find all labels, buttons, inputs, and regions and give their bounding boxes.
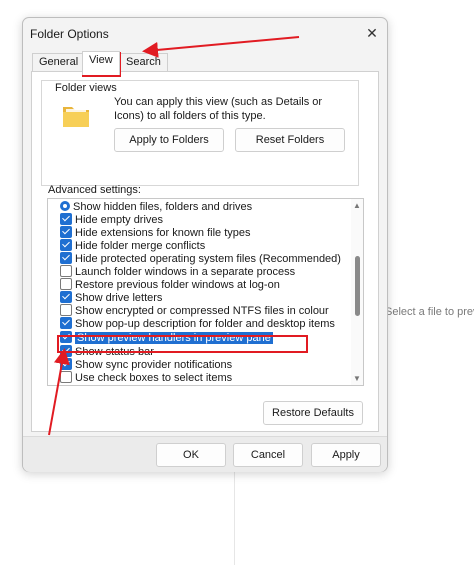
close-icon[interactable]: ✕ [363,24,381,42]
advanced-settings-label: Advanced settings: [48,184,141,196]
setting-label: Restore previous folder windows at log-o… [75,279,280,291]
setting-hide-merge-conflicts[interactable]: Hide folder merge conflicts [60,239,206,253]
tab-view[interactable]: View [82,51,120,75]
setting-label: Show hidden files, folders and drives [73,201,253,213]
setting-label: Hide folder merge conflicts [75,240,206,252]
apply-to-folders-button[interactable]: Apply to Folders [114,128,224,152]
checkbox-checked-icon[interactable] [60,252,72,265]
checkbox-checked-icon[interactable] [60,317,72,330]
dialog-title: Folder Options [30,27,109,41]
folder-icon [63,107,89,127]
preview-pane-message: Select a file to prev [385,306,474,318]
cancel-button[interactable]: Cancel [233,443,303,467]
setting-show-hidden-files[interactable]: Show hidden files, folders and drives [60,201,252,214]
list-scrollbar[interactable]: ▲ ▼ [351,199,363,385]
setting-label: Show pop-up description for folder and d… [75,318,335,330]
setting-hide-extensions[interactable]: Hide extensions for known file types [60,226,251,240]
background-divider [234,470,235,565]
checkbox-unchecked-icon[interactable] [60,371,72,384]
checkbox-checked-icon[interactable] [60,291,72,304]
setting-use-check-boxes[interactable]: Use check boxes to select items [60,371,233,385]
setting-restore-previous-windows[interactable]: Restore previous folder windows at log-o… [60,278,280,292]
checkbox-unchecked-icon[interactable] [60,278,72,291]
folder-options-dialog: Folder Options ✕ General View Search Fol… [22,17,388,472]
checkbox-checked-icon[interactable] [60,226,72,239]
setting-label: Hide protected operating system files (R… [75,253,341,265]
scrollbar-thumb[interactable] [355,256,360,316]
checkbox-unchecked-icon[interactable] [60,265,72,278]
radio-selected-icon[interactable] [60,201,70,212]
folder-views-label: Folder views [53,82,119,94]
checkbox-checked-icon[interactable] [60,213,72,226]
setting-label: Show encrypted or compressed NTFS files … [75,305,329,317]
checkbox-checked-icon[interactable] [60,239,72,252]
setting-show-encrypted-colour[interactable]: Show encrypted or compressed NTFS files … [60,304,329,318]
apply-button[interactable]: Apply [311,443,381,467]
setting-hide-protected-files[interactable]: Hide protected operating system files (R… [60,252,341,266]
setting-show-drive-letters[interactable]: Show drive letters [60,291,163,305]
setting-hide-empty-drives[interactable]: Hide empty drives [60,213,164,227]
checkbox-checked-icon[interactable] [60,358,72,371]
setting-show-popup-description[interactable]: Show pop-up description for folder and d… [60,317,335,331]
setting-label: Show sync provider notifications [75,359,233,371]
restore-defaults-button[interactable]: Restore Defaults [263,401,363,425]
ok-button[interactable]: OK [156,443,226,467]
setting-label: Use check boxes to select items [75,372,233,384]
preview-handlers-highlight-box [57,335,308,353]
advanced-settings-list[interactable]: Show hidden files, folders and drives Hi… [47,198,364,386]
setting-label: Launch folder windows in a separate proc… [75,266,296,278]
setting-show-sync-notifications[interactable]: Show sync provider notifications [60,358,233,372]
setting-label: Hide empty drives [75,214,164,226]
checkbox-unchecked-icon[interactable] [60,304,72,317]
scroll-down-icon[interactable]: ▼ [353,374,361,383]
folder-views-description: You can apply this view (such as Details… [114,96,323,122]
setting-label: Show drive letters [75,292,163,304]
setting-label: Hide extensions for known file types [75,227,251,239]
setting-launch-separate-process[interactable]: Launch folder windows in a separate proc… [60,265,296,279]
reset-folders-button[interactable]: Reset Folders [235,128,345,152]
scroll-up-icon[interactable]: ▲ [353,201,361,210]
